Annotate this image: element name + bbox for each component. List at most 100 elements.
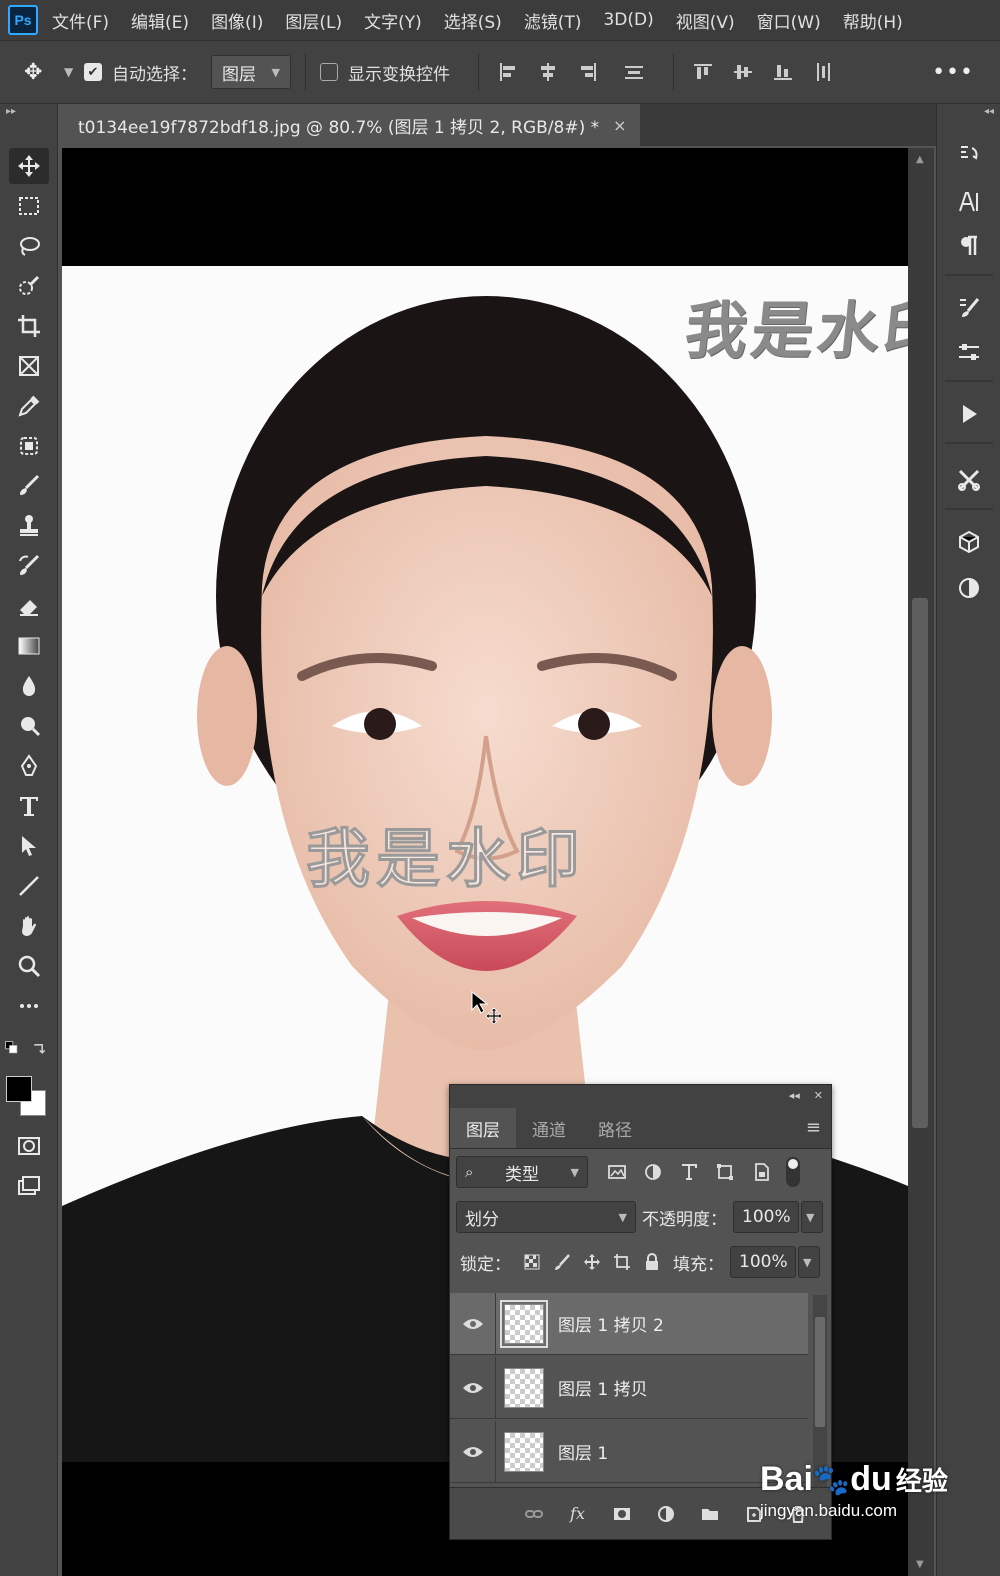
move-tool-preset-icon[interactable]: ✥	[24, 60, 64, 85]
filter-adjustment-icon[interactable]	[638, 1157, 668, 1187]
distribute-icon[interactable]	[619, 57, 649, 87]
lasso-tool-icon[interactable]	[9, 228, 49, 264]
align-right-icon[interactable]	[573, 57, 603, 87]
align-vertical-center-icon[interactable]	[728, 57, 758, 87]
lock-artboard-icon[interactable]	[607, 1247, 637, 1277]
actions-play-icon[interactable]	[949, 396, 989, 432]
menu-filter[interactable]: 滤镜(T)	[524, 8, 582, 33]
tab-paths[interactable]: 路径	[582, 1108, 648, 1148]
gradient-tool-icon[interactable]	[9, 628, 49, 664]
lock-all-icon[interactable]	[637, 1247, 667, 1277]
adjustments-sliders-icon[interactable]	[949, 334, 989, 370]
align-left-icon[interactable]	[493, 57, 523, 87]
default-colors-icon[interactable]	[2, 1038, 22, 1058]
eyedropper-tool-icon[interactable]	[9, 388, 49, 424]
character-panel-icon[interactable]	[949, 184, 989, 220]
menu-edit[interactable]: 编辑(E)	[131, 8, 189, 33]
new-group-folder-icon[interactable]	[696, 1500, 724, 1528]
collapse-panel-icon[interactable]: ▸▸	[6, 106, 16, 117]
layer-row[interactable]: 图层 1 拷贝	[450, 1356, 808, 1419]
history-brush-tool-icon[interactable]	[9, 548, 49, 584]
lock-image-pixels-icon[interactable]	[547, 1247, 577, 1277]
stamp-tool-icon[interactable]	[9, 508, 49, 544]
menu-view[interactable]: 视图(V)	[676, 8, 735, 33]
type-tool-icon[interactable]	[9, 788, 49, 824]
move-tool-icon[interactable]	[9, 148, 49, 184]
fill-input[interactable]: 100%	[730, 1246, 796, 1278]
quick-selection-tool-icon[interactable]	[9, 268, 49, 304]
paragraph-panel-icon[interactable]	[949, 228, 989, 264]
visibility-eye-icon[interactable]	[450, 1420, 496, 1483]
menu-help[interactable]: 帮助(H)	[843, 8, 903, 33]
watermark-text-top[interactable]: 我是水印	[681, 280, 908, 370]
visibility-eye-icon[interactable]	[450, 1356, 496, 1419]
frame-tool-icon[interactable]	[9, 348, 49, 384]
hand-tool-icon[interactable]	[9, 908, 49, 944]
panel-menu-icon[interactable]: ≡	[806, 1117, 821, 1138]
pen-tool-icon[interactable]	[9, 748, 49, 784]
scrollbar-thumb[interactable]	[912, 598, 928, 1128]
filter-pixel-icon[interactable]	[602, 1157, 632, 1187]
chevron-down-icon[interactable]: ▼	[64, 65, 84, 79]
add-mask-icon[interactable]	[608, 1500, 636, 1528]
show-transform-checkbox[interactable]	[320, 63, 338, 81]
3d-cube-icon[interactable]	[949, 524, 989, 560]
opacity-input[interactable]: 100%	[733, 1201, 799, 1233]
menu-select[interactable]: 选择(S)	[444, 8, 502, 33]
quick-mask-icon[interactable]	[9, 1128, 49, 1164]
align-bottom-icon[interactable]	[768, 57, 798, 87]
menu-image[interactable]: 图像(I)	[211, 8, 263, 33]
collapse-panel-icon[interactable]: ◂◂	[984, 106, 994, 117]
menu-window[interactable]: 窗口(W)	[757, 8, 821, 33]
healing-brush-tool-icon[interactable]	[9, 428, 49, 464]
blend-mode-dropdown[interactable]: 划分 ▼	[456, 1201, 636, 1233]
distribute-vertical-icon[interactable]	[808, 57, 838, 87]
menu-3d[interactable]: 3D(D)	[603, 10, 653, 30]
link-layers-icon[interactable]	[520, 1500, 548, 1528]
document-tab[interactable]: t0134ee19f7872bdf18.jpg @ 80.7% (图层 1 拷贝…	[60, 104, 640, 146]
brush-settings-icon[interactable]	[949, 290, 989, 326]
filter-smart-object-icon[interactable]	[746, 1157, 776, 1187]
align-top-icon[interactable]	[688, 57, 718, 87]
opacity-chevron-down-icon[interactable]: ▼	[801, 1201, 823, 1233]
scroll-down-arrow-icon[interactable]: ▼	[916, 1559, 924, 1570]
filter-toggle-switch[interactable]	[786, 1157, 800, 1187]
dodge-tool-icon[interactable]	[9, 708, 49, 744]
history-panel-icon[interactable]	[949, 138, 989, 174]
layer-row[interactable]: 图层 1	[450, 1420, 808, 1483]
watermark-text-embossed[interactable]: 我是水印	[306, 808, 586, 900]
lock-position-icon[interactable]	[577, 1247, 607, 1277]
brush-tool-icon[interactable]	[9, 468, 49, 504]
menu-type[interactable]: 文字(Y)	[364, 8, 422, 33]
close-icon[interactable]: ✕	[814, 1089, 823, 1102]
eraser-tool-icon[interactable]	[9, 588, 49, 624]
more-tools-icon[interactable]	[9, 988, 49, 1024]
menu-file[interactable]: 文件(F)	[52, 8, 109, 33]
canvas-vertical-scrollbar[interactable]: ▲ ▼	[908, 148, 934, 1576]
marquee-tool-icon[interactable]	[9, 188, 49, 224]
close-icon[interactable]: ×	[613, 116, 626, 135]
tab-channels[interactable]: 通道	[516, 1108, 582, 1148]
scroll-up-arrow-icon[interactable]: ▲	[916, 154, 924, 165]
layer-filter-dropdown[interactable]: ⌕ 类型 ▼	[456, 1156, 588, 1188]
fx-icon[interactable]: fx	[564, 1500, 592, 1528]
path-selection-tool-icon[interactable]	[9, 828, 49, 864]
screen-mode-icon[interactable]	[9, 1168, 49, 1204]
crop-tool-icon[interactable]	[9, 308, 49, 344]
auto-select-checkbox[interactable]: ✔	[84, 63, 102, 81]
visibility-eye-icon[interactable]	[450, 1292, 496, 1355]
line-tool-icon[interactable]	[9, 868, 49, 904]
blur-tool-icon[interactable]	[9, 668, 49, 704]
filter-type-icon[interactable]	[674, 1157, 704, 1187]
filter-shape-icon[interactable]	[710, 1157, 740, 1187]
tab-layers[interactable]: 图层	[450, 1108, 516, 1148]
scrollbar-thumb[interactable]	[815, 1317, 825, 1427]
auto-select-target-dropdown[interactable]: 图层 ▼	[211, 55, 291, 89]
collapse-panel-icon[interactable]: ◂◂	[789, 1089, 800, 1102]
foreground-color-swatch[interactable]	[6, 1076, 32, 1102]
lock-transparent-pixels-icon[interactable]	[517, 1247, 547, 1277]
layer-row[interactable]: 图层 1 拷贝 2	[450, 1292, 808, 1355]
zoom-tool-icon[interactable]	[9, 948, 49, 984]
more-options-button[interactable]: •••	[932, 60, 974, 85]
color-wheel-icon[interactable]	[949, 570, 989, 606]
